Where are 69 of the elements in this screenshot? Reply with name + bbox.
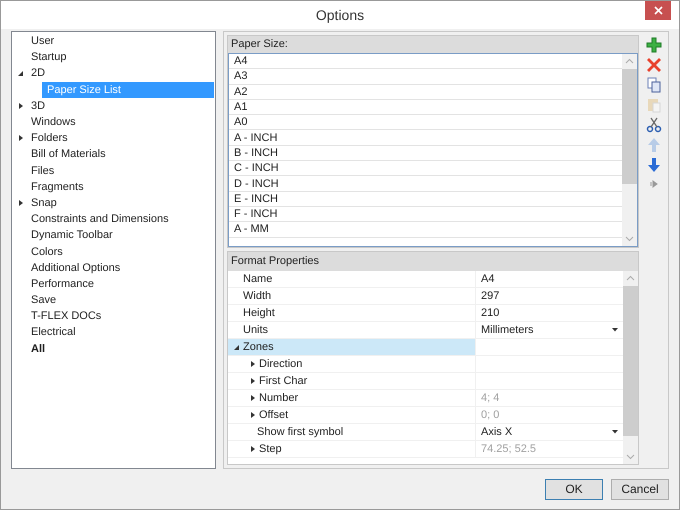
property-name-cell[interactable]: Width	[228, 288, 476, 304]
property-name: Width	[242, 288, 272, 304]
tree-item[interactable]: Constraints and Dimensions	[26, 211, 214, 228]
paper-size-item[interactable]: A - MM	[234, 222, 269, 236]
tree-item[interactable]: Electrical	[26, 324, 214, 340]
property-name-cell[interactable]: Height	[228, 305, 476, 321]
paper-size-item[interactable]: D - INCH	[234, 176, 279, 191]
close-icon	[654, 6, 662, 15]
panel-title: Paper Size:	[231, 37, 288, 52]
property-name: Step	[258, 442, 282, 457]
paper-size-item[interactable]: A - INCH	[234, 130, 278, 145]
property-value[interactable]: Axis X	[481, 424, 512, 440]
tree-item[interactable]: Dynamic Toolbar	[26, 227, 214, 244]
tree-item[interactable]: Folders	[26, 130, 214, 146]
tree-item[interactable]: Files	[26, 162, 214, 179]
property-name-cell[interactable]: Direction	[228, 356, 476, 372]
paper-size-item[interactable]: A2	[234, 84, 248, 99]
property-name: Zones	[242, 340, 274, 355]
delete-icon[interactable]	[646, 57, 662, 73]
tree-item[interactable]: 3D	[26, 98, 214, 114]
property-name-cell[interactable]: First Char	[228, 373, 476, 389]
paper-size-item[interactable]: A3	[234, 69, 248, 84]
dialog-button[interactable]: Cancel	[611, 478, 669, 500]
paper-size-item[interactable]: F - INCH	[234, 207, 278, 222]
property-value[interactable]: A4	[481, 271, 494, 288]
tree-item[interactable]: Save	[26, 292, 214, 308]
tree-item[interactable]: Colors	[26, 244, 214, 260]
panel-title: Format Properties	[231, 254, 320, 270]
tree-item[interactable]: Windows	[26, 114, 214, 130]
tree-item[interactable]: Snap	[26, 194, 214, 211]
tree-item[interactable]: All	[26, 340, 214, 357]
dropdown-caret-icon[interactable]	[612, 430, 618, 434]
add-icon[interactable]	[646, 37, 662, 53]
window-title: Options	[316, 6, 364, 25]
paper-size-item[interactable]: A4	[234, 54, 248, 68]
tree-item[interactable]: Additional Options	[26, 260, 214, 276]
property-name: Number	[258, 390, 298, 406]
paper-size-item[interactable]: C - INCH	[234, 161, 279, 176]
paper-size-item[interactable]: A0	[234, 115, 248, 130]
tree-item[interactable]: User	[26, 33, 214, 50]
dialog-button[interactable]: OK	[545, 478, 603, 500]
paper-size-item[interactable]: A1	[234, 100, 248, 114]
property-value[interactable]: 210	[481, 304, 500, 322]
property-name-cell[interactable]: Zones	[228, 339, 476, 355]
paper-size-item[interactable]: B - INCH	[234, 146, 278, 160]
paper-size-item[interactable]: E - INCH	[234, 192, 278, 206]
copy-icon[interactable]	[646, 77, 662, 93]
property-name: Height	[242, 306, 275, 321]
tree-item[interactable]: Startup	[26, 49, 214, 66]
property-value[interactable]: Millimeters	[481, 322, 534, 338]
tree-item[interactable]: Performance	[26, 276, 214, 292]
arrow-down-icon[interactable]	[646, 157, 662, 173]
property-name-cell[interactable]: Show first symbol	[228, 424, 476, 440]
property-name-cell[interactable]: Name	[228, 271, 476, 287]
property-name: Offset	[258, 408, 288, 423]
tree-item[interactable]: T-FLEX DOCs	[26, 308, 214, 324]
scissors-icon[interactable]	[646, 117, 662, 133]
property-name: Show first symbol	[256, 424, 344, 440]
close-button[interactable]	[645, 1, 671, 20]
property-name: Units	[242, 322, 268, 338]
dropdown-caret-icon[interactable]	[612, 328, 618, 332]
tree-item[interactable]: Fragments	[26, 178, 214, 195]
property-name-cell[interactable]: Units	[228, 322, 476, 338]
tree-item[interactable]: 2D	[26, 65, 214, 82]
tree-item[interactable]: Bill of Materials	[26, 146, 214, 162]
property-name: First Char	[258, 374, 308, 389]
property-value[interactable]: 297	[481, 288, 500, 304]
property-name: Name	[242, 272, 272, 287]
property-name: Direction	[258, 356, 302, 372]
